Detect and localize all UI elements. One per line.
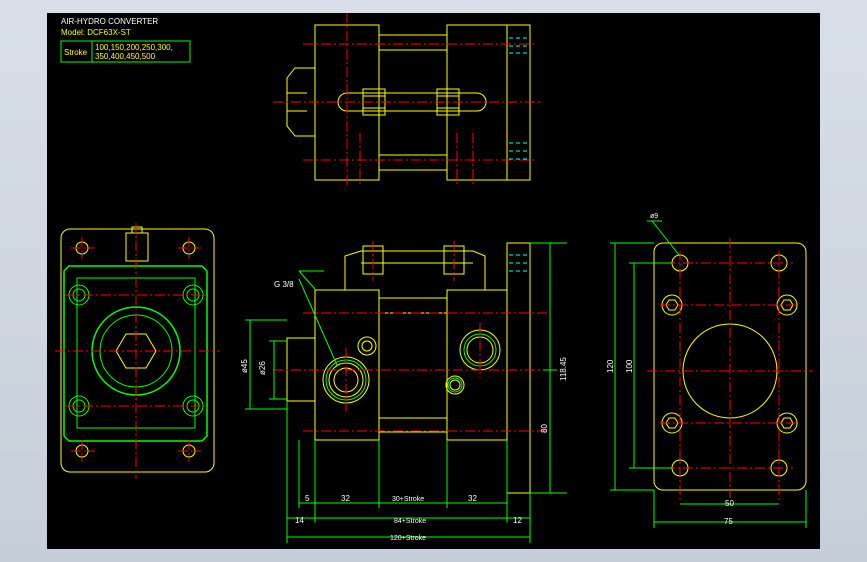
port-leader-line [298, 278, 338, 366]
rear-view-dim-texts: ø9 50 75 120 100 [606, 213, 734, 526]
title-text: AIR-HYDRO CONVERTER [61, 17, 158, 26]
cad-drawing-canvas[interactable]: AIR-HYDRO CONVERTER Model: DCF63X-ST Str… [47, 13, 820, 549]
dim-hole-dia9: ø9 [650, 213, 658, 220]
side-view-hidden [509, 254, 528, 272]
dim-5: 5 [305, 494, 310, 503]
cad-drawing: AIR-HYDRO CONVERTER Model: DCF63X-ST Str… [55, 13, 813, 543]
dim-dia26: ø26 [258, 361, 267, 375]
dim-32a: 32 [341, 494, 350, 503]
side-view-dim-texts: G 3/8 5 32 30+Stroke 32 14 84+Stroke 12 … [240, 280, 568, 542]
dim-120-stroke: 120+Stroke [390, 535, 426, 542]
stroke-values-1: 100,150,200,250,300, [95, 43, 173, 52]
top-view-hidden [509, 37, 528, 160]
left-view [60, 226, 215, 473]
dim-dia45: ø45 [240, 359, 249, 373]
rear-view-centerlines [647, 238, 813, 503]
dim-30-stroke: 30+Stroke [392, 496, 424, 503]
side-view [286, 242, 531, 494]
dim-32b: 32 [468, 494, 477, 503]
port-label: G 3/8 [274, 280, 294, 289]
stroke-values-2: 350,400,450,500 [95, 52, 156, 61]
dim-rear-75: 75 [724, 517, 733, 526]
stroke-label: Stroke [64, 48, 88, 57]
model-text: Model: DCF63X-ST [61, 28, 131, 37]
dim-rear-50: 50 [725, 499, 734, 508]
dim-80: 80 [540, 424, 549, 433]
side-view-centerlines [273, 241, 547, 432]
dim-12: 12 [513, 516, 522, 525]
dim-84-stroke: 84+Stroke [394, 518, 426, 525]
title-block: AIR-HYDRO CONVERTER Model: DCF63X-ST Str… [60, 17, 191, 63]
dim-118: 118.45 [559, 357, 568, 381]
dim-14: 14 [295, 516, 304, 525]
top-view-centerlines [273, 13, 543, 185]
dim-rear-120: 120 [606, 359, 615, 373]
dim-rear-100: 100 [625, 359, 634, 373]
